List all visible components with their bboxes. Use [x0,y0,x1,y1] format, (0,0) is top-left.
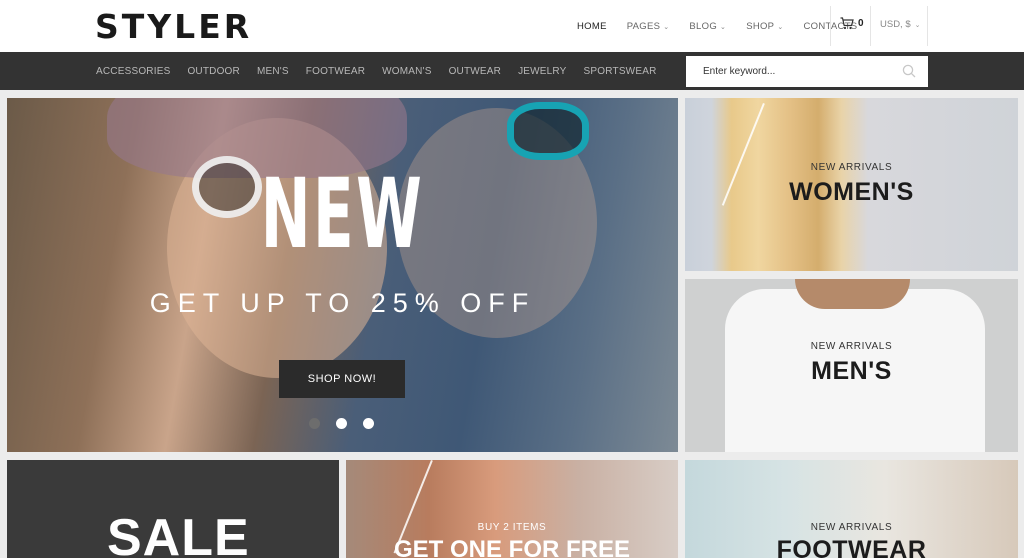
currency-label: USD, $ [880,19,911,30]
nav-home[interactable]: HOME [577,21,607,32]
site-logo[interactable]: STYLER [95,7,252,46]
mens-tile[interactable]: NEW ARRIVALS MEN'S [685,279,1018,452]
nav-home-label: HOME [577,20,607,32]
main-nav: HOME PAGES⌄ BLOG⌄ SHOP⌄ CONTACTS [567,0,867,52]
nav-divider [830,6,831,46]
category-mens[interactable]: MEN'S [257,66,289,77]
currency-selector[interactable]: USD, $ ⌄ [880,19,921,30]
slider-dot[interactable] [336,418,347,429]
womens-tile-title: WOMEN'S [789,178,914,206]
slider-dots [309,418,374,429]
nav-blog-label: BLOG [689,20,718,32]
buy-two-tile[interactable]: BUY 2 ITEMS GET ONE FOR FREE [346,460,678,558]
nav-divider [927,6,928,46]
womens-tile[interactable]: NEW ARRIVALS WOMEN'S [685,98,1018,271]
chevron-down-icon: ⌄ [914,22,921,29]
chevron-down-icon: ⌄ [663,23,670,31]
search-input[interactable] [686,66,886,77]
buy-two-tile-title: GET ONE FOR FREE [393,536,630,558]
womens-tile-subtitle: NEW ARRIVALS [810,162,893,173]
hero-slider: NEW GET UP TO 25% OFF SHOP NOW! [7,98,678,452]
category-accessories[interactable]: ACCESSORIES [96,66,170,77]
category-womans[interactable]: WOMAN'S [382,66,431,77]
top-header: STYLER HOME PAGES⌄ BLOG⌄ SHOP⌄ CONTACTS … [0,0,1024,52]
hero-title: NEW [260,158,425,270]
footwear-tile[interactable]: NEW ARRIVALS FOOTWEAR [685,460,1018,558]
buy-two-tile-subtitle: BUY 2 ITEMS [477,522,547,533]
nav-blog[interactable]: BLOG ⌄ [689,21,726,32]
nav-divider [870,6,871,46]
category-sportswear[interactable]: SPORTSWEAR [584,66,657,77]
nav-pages[interactable]: PAGES ⌄ [627,21,670,32]
search-icon[interactable] [902,64,916,78]
footwear-tile-title: FOOTWEAR [776,536,927,558]
footwear-tile-subtitle: NEW ARRIVALS [810,522,893,533]
chevron-down-icon: ⌄ [720,23,727,31]
nav-shop-label: SHOP [746,20,775,32]
cart-button[interactable]: 0 [840,17,864,30]
mens-tile-subtitle: NEW ARRIVALS [810,341,893,352]
chevron-down-icon: ⌄ [777,23,784,31]
sunglasses-shape [507,102,589,160]
cart-count: 0 [858,18,864,29]
category-outdoor[interactable]: OUTDOOR [187,66,240,77]
category-nav: ACCESSORIES OUTDOOR MEN'S FOOTWEAR WOMAN… [96,52,673,90]
search-box [686,56,928,87]
sale-tile[interactable]: SALE [7,460,339,558]
category-jewelry[interactable]: JEWELRY [518,66,566,77]
nav-shop[interactable]: SHOP ⌄ [746,21,783,32]
shop-now-button[interactable]: SHOP NOW! [279,360,405,398]
category-footwear[interactable]: FOOTWEAR [306,66,365,77]
category-outwear[interactable]: OUTWEAR [449,66,502,77]
nav-pages-label: PAGES [626,20,661,32]
mens-tile-title: MEN'S [811,357,892,385]
slider-dot[interactable] [363,418,374,429]
slider-dot[interactable] [309,418,320,429]
neck-shape [795,279,910,309]
hero-subtitle: GET UP TO 25% OFF [149,288,536,318]
sale-tile-title: SALE [107,509,250,558]
cart-icon [840,17,854,30]
